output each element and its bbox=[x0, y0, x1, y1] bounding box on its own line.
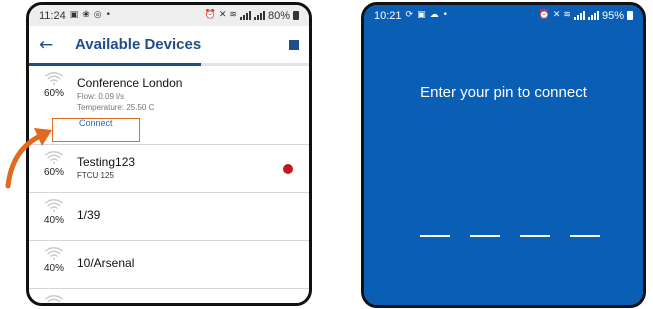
mute-icon: ✕ bbox=[552, 10, 561, 20]
status-bar: 10:21 ⟳ ▣ ☁ • ⏰ ✕ ≋ 95% bbox=[364, 5, 643, 26]
signal-icon bbox=[573, 11, 585, 20]
dot-icon: • bbox=[105, 10, 111, 20]
wifi-signal-icon bbox=[44, 72, 64, 85]
device-name: Conference London bbox=[77, 76, 183, 90]
instagram-icon: ◎ bbox=[93, 10, 102, 20]
device-flow: Flow: 0.09 l/s bbox=[77, 92, 125, 101]
signal-icon bbox=[239, 11, 251, 20]
connect-highlight-box bbox=[52, 118, 140, 142]
cloud-icon: ☁ bbox=[429, 10, 439, 20]
pin-prompt: Enter your pin to connect bbox=[420, 84, 587, 101]
wifi-signal-icon bbox=[44, 199, 64, 212]
signal-strength: 40% bbox=[39, 241, 69, 288]
pointer-arrow-icon bbox=[5, 128, 52, 189]
alarm-icon: ⏰ bbox=[538, 10, 550, 20]
pin-screen: Enter your pin to connect bbox=[364, 26, 643, 305]
signal-strength bbox=[39, 289, 69, 303]
device-row-10-arsenal[interactable]: 40% 10/Arsenal bbox=[29, 241, 309, 289]
wifi-icon: ≋ bbox=[563, 10, 571, 20]
pin-input[interactable] bbox=[420, 235, 600, 237]
image-icon: ▣ bbox=[417, 10, 426, 20]
status-time: 10:21 bbox=[374, 9, 402, 22]
phone-device-list: 11:24 ▣ ❀ ◎ • ⏰ ✕ ≋ 80% ← Available Devi… bbox=[26, 2, 312, 306]
signal-strength: 40% bbox=[39, 193, 69, 240]
device-row-testing123[interactable]: 60% Testing123 FTCU 125 bbox=[29, 145, 309, 193]
pin-digit-slot[interactable] bbox=[520, 235, 550, 237]
status-time: 11:24 bbox=[39, 9, 66, 22]
battery-icon bbox=[293, 11, 299, 20]
back-arrow-icon[interactable]: ← bbox=[39, 35, 61, 55]
app-bar: ← Available Devices bbox=[29, 26, 309, 66]
photo-icon: ❀ bbox=[82, 10, 90, 20]
signal-icon-2 bbox=[587, 11, 599, 20]
pin-digit-slot[interactable] bbox=[570, 235, 600, 237]
signal-percent: 40% bbox=[43, 263, 64, 274]
wifi-signal-icon bbox=[44, 295, 64, 303]
wifi-signal-icon bbox=[44, 247, 64, 260]
pin-digit-slot[interactable] bbox=[420, 235, 450, 237]
phone-pin-entry: 10:21 ⟳ ▣ ☁ • ⏰ ✕ ≋ 95% Enter your pin t… bbox=[361, 2, 646, 308]
stop-scan-icon[interactable] bbox=[289, 39, 299, 50]
device-name: 10/Arsenal bbox=[77, 256, 135, 270]
device-model: FTCU 125 bbox=[77, 171, 114, 180]
wifi-icon: ≋ bbox=[229, 10, 237, 20]
battery-percent: 95% bbox=[601, 9, 624, 22]
mute-icon: ✕ bbox=[218, 10, 227, 20]
device-name: 1/39 bbox=[77, 208, 101, 222]
device-row-1-39[interactable]: 40% 1/39 bbox=[29, 193, 309, 241]
battery-icon bbox=[627, 11, 633, 20]
device-name: Testing123 bbox=[77, 155, 136, 169]
battery-percent: 80% bbox=[267, 9, 290, 22]
pin-digit-slot[interactable] bbox=[470, 235, 500, 237]
status-bar: 11:24 ▣ ❀ ◎ • ⏰ ✕ ≋ 80% bbox=[29, 5, 309, 26]
signal-icon-2 bbox=[253, 11, 265, 20]
status-dot-icon bbox=[283, 164, 293, 174]
sync-icon: ⟳ bbox=[405, 10, 414, 20]
gallery-icon: ▣ bbox=[69, 10, 79, 20]
device-temperature: Temperature: 25.50 C bbox=[77, 103, 155, 112]
signal-percent: 60% bbox=[43, 88, 64, 99]
dot-icon: • bbox=[442, 10, 448, 20]
page-title: Available Devices bbox=[75, 36, 202, 53]
alarm-icon: ⏰ bbox=[204, 10, 216, 20]
signal-percent: 40% bbox=[43, 215, 64, 226]
device-row-partial bbox=[29, 289, 309, 303]
